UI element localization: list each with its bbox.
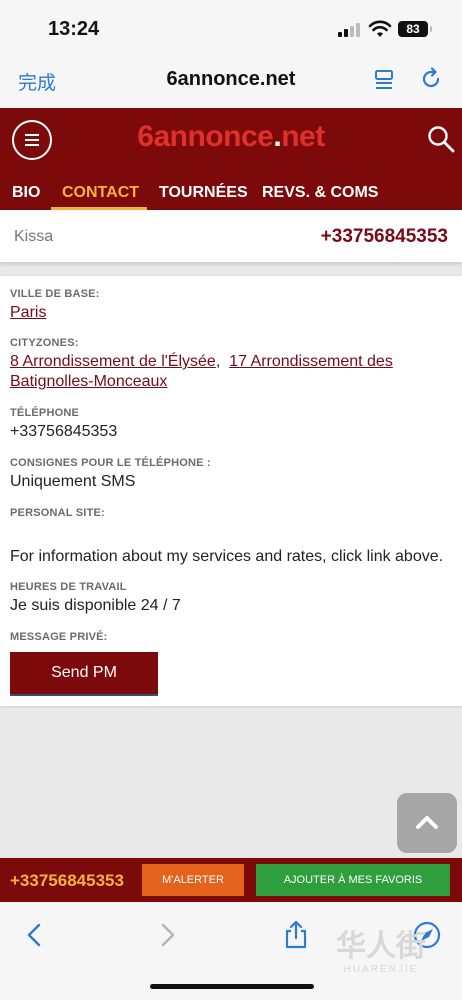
cityzone-link[interactable]: 8 Arrondissement de l'Élysée <box>10 353 216 370</box>
personal-site-label: PERSONAL SITE: <box>10 507 105 519</box>
wifi-icon <box>368 20 392 37</box>
send-pm-button[interactable]: Send PM <box>10 652 158 696</box>
status-bar: 13:24 83 <box>0 0 462 56</box>
contact-phone-link[interactable]: +33756845353 <box>321 226 448 248</box>
cityzone-separator: , <box>215 353 221 370</box>
logo-dot: . <box>273 120 282 153</box>
working-hours-label: HEURES DE TRAVAIL <box>10 581 127 593</box>
scroll-to-top-button[interactable] <box>397 793 457 853</box>
bottom-phone-link[interactable]: +33756845353 <box>10 871 124 891</box>
chevron-up-icon <box>416 816 438 829</box>
browser-nav-bar: 完成 6annonce.net <box>0 56 462 108</box>
reload-icon[interactable] <box>418 66 444 92</box>
site-header: 6annonce.net BIO CONTACT TOURNÉES REVS. … <box>0 108 462 210</box>
tab-bio[interactable]: BIO <box>12 184 40 202</box>
done-button[interactable]: 完成 <box>18 68 56 95</box>
contact-strip: Kissa +33756845353 <box>0 210 462 262</box>
logo-name: 6annonce <box>137 120 274 153</box>
reader-mode-icon[interactable] <box>372 68 396 92</box>
contact-name: Kissa <box>14 228 54 245</box>
base-city-label: VILLE DE BASE: <box>10 288 100 300</box>
alert-me-button[interactable]: M'ALERTER <box>142 864 244 896</box>
site-logo[interactable]: 6annonce.net <box>0 120 462 154</box>
tab-tournees[interactable]: TOURNÉES <box>159 184 248 202</box>
phone-label: TÉLÉPHONE <box>10 407 80 419</box>
battery-icon: 83 <box>398 21 432 37</box>
personal-site-text: For information about my services and ra… <box>10 548 444 565</box>
tab-reviews-comments[interactable]: REVS. & COMS <box>262 184 378 202</box>
status-time: 13:24 <box>48 18 100 40</box>
logo-tld: net <box>281 120 325 153</box>
base-city-link[interactable]: Paris <box>10 304 46 322</box>
cityzones-label: CITYZONES: <box>10 337 79 349</box>
home-indicator <box>150 984 314 989</box>
forward-icon[interactable] <box>152 920 182 950</box>
contact-details-card: VILLE DE BASE: Paris CITYZONES: 8 Arrond… <box>0 276 462 706</box>
hamburger-menu-icon[interactable] <box>12 120 52 160</box>
browser-toolbar: 华人街 HUARENJIE <box>0 902 462 1000</box>
back-icon[interactable] <box>20 920 50 950</box>
share-icon[interactable] <box>281 920 311 950</box>
cellular-signal-icon <box>338 23 362 37</box>
working-hours-value: Je suis disponible 24 / 7 <box>10 597 181 614</box>
site-tabs: BIO CONTACT TOURNÉES REVS. & COMS <box>0 178 462 210</box>
phone-instructions-label: CONSIGNES POUR LE TÉLÉPHONE : <box>10 457 211 469</box>
watermark-en: HUARENJIE <box>343 964 419 975</box>
cityzones-list: 8 Arrondissement de l'Élysée, 17 Arrondi… <box>10 352 450 392</box>
phone-value: +33756845353 <box>10 423 118 440</box>
search-icon[interactable] <box>426 124 456 154</box>
compass-safari-icon[interactable] <box>412 920 442 950</box>
add-to-favorites-button[interactable]: AJOUTER À MES FAVORIS <box>256 864 450 896</box>
tab-contact[interactable]: CONTACT <box>62 184 139 202</box>
phone-instructions-value: Uniquement SMS <box>10 473 136 490</box>
bottom-action-bar: +33756845353 M'ALERTER AJOUTER À MES FAV… <box>0 858 462 902</box>
private-message-label: MESSAGE PRIVÉ: <box>10 631 108 643</box>
